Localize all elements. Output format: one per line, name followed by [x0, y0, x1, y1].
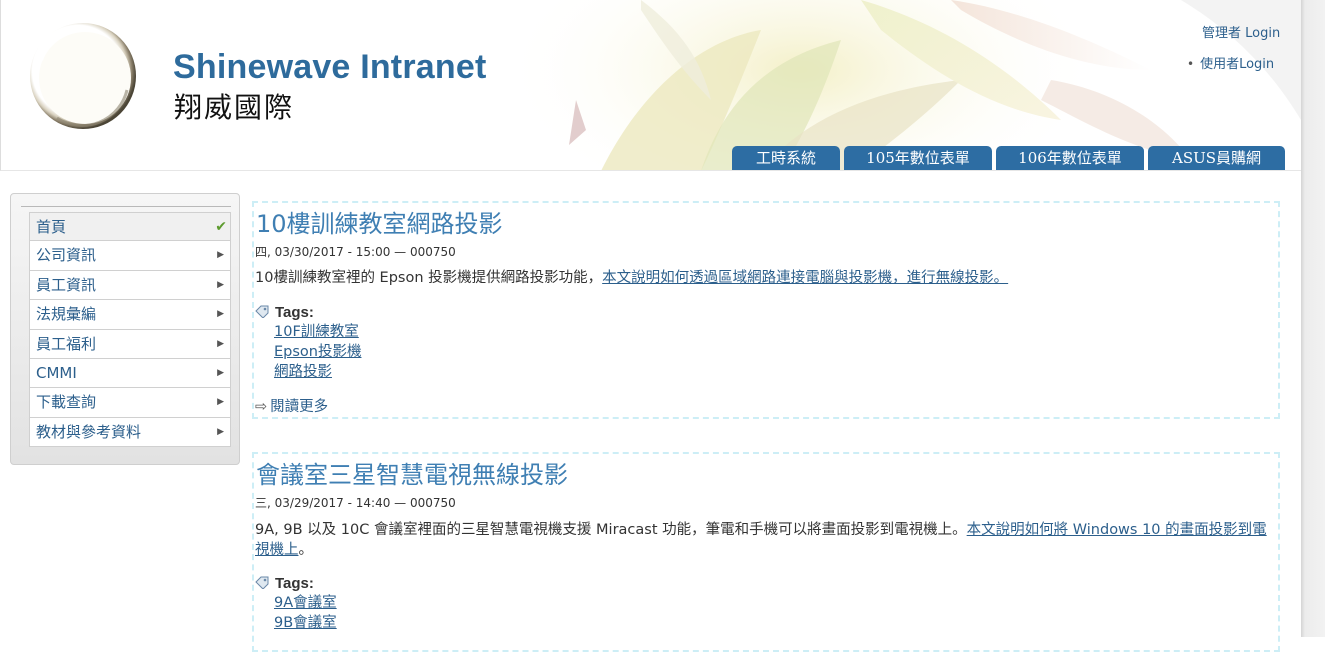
sidebar-item-downloads[interactable]: 下載查詢 ▶	[29, 388, 231, 418]
window-right-gutter	[1301, 0, 1325, 637]
tag-link[interactable]: 9A會議室	[274, 593, 555, 613]
sidebar-item-home[interactable]: 首頁 ✔	[29, 212, 231, 242]
tab-105-forms[interactable]: 105年數位表單	[844, 146, 992, 170]
sidebar-item-label: 員工資訊	[36, 275, 97, 294]
tag-link[interactable]: 10F訓練教室	[274, 322, 555, 342]
sidebar-menu: 首頁 ✔ 公司資訊 ▶ 員工資訊 ▶ 法規彙編 ▶ 員工福利 ▶ CMMI ▶	[29, 212, 231, 448]
site-subtitle: 翔威國際	[174, 91, 295, 124]
triangle-right-icon: ▶	[217, 309, 224, 320]
sidebar-item-label: 法規彙編	[36, 305, 97, 324]
read-more-link[interactable]: ⇨ 閱讀更多	[255, 399, 328, 415]
triangle-right-icon: ▶	[217, 338, 224, 349]
user-login-item: • 使用者Login	[1187, 53, 1274, 72]
article-title[interactable]: 會議室三星智慧電視無線投影	[256, 455, 568, 490]
tag-icon	[255, 576, 269, 589]
sidebar-item-label: 下載查詢	[36, 393, 97, 412]
sidebar-item-cmmi[interactable]: CMMI ▶	[29, 358, 231, 389]
page: Shinewave Intranet 翔威國際 管理者 Login • 使用者Lo…	[0, 0, 1301, 652]
tag-list: 9A會議室 9B會議室	[255, 592, 555, 633]
triangle-right-icon: ▶	[217, 426, 224, 437]
top-tabs: 工時系統 105年數位表單 106年數位表單 ASUS員購網	[732, 146, 1285, 170]
article-title[interactable]: 10樓訓練教室網路投影	[256, 204, 503, 239]
bullet-icon: •	[1187, 57, 1195, 71]
sidebar: 首頁 ✔ 公司資訊 ▶ 員工資訊 ▶ 法規彙編 ▶ 員工福利 ▶ CMMI ▶	[10, 193, 240, 465]
tab-106-forms[interactable]: 106年數位表單	[996, 146, 1144, 170]
sidebar-item-employee-info[interactable]: 員工資訊 ▶	[29, 270, 231, 301]
summary-link[interactable]: 本文說明如何透過區域網路連接電腦與投影機，進行無線投影。	[602, 270, 1008, 286]
site-header: Shinewave Intranet 翔威國際 管理者 Login • 使用者Lo…	[0, 0, 1301, 171]
article-summary: 10樓訓練教室裡的 Epson 投影機提供網路投影功能，本文說明如何透過區域網路…	[255, 268, 1275, 288]
triangle-right-icon: ▶	[217, 367, 224, 378]
article-meta: 四, 03/30/2017 - 15:00 — 000750	[255, 245, 456, 259]
sidebar-item-label: 公司資訊	[36, 246, 97, 265]
sidebar-item-materials[interactable]: 教材與參考資料 ▶	[29, 417, 231, 448]
tag-icon	[255, 305, 269, 318]
summary-text: 9A, 9B 以及 10C 會議室裡面的三星智慧電視機支援 Miracast 功…	[255, 522, 967, 538]
tab-asus-shop[interactable]: ASUS員購網	[1148, 146, 1285, 170]
tags-section: Tags: 9A會議室 9B會議室	[255, 575, 555, 633]
tag-link[interactable]: 9B會議室	[274, 613, 555, 633]
article-teaser: 10樓訓練教室網路投影 四, 03/30/2017 - 15:00 — 0007…	[252, 201, 1280, 419]
tag-list: 10F訓練教室 Epson投影機 網路投影	[255, 321, 555, 382]
sidebar-item-regulations[interactable]: 法規彙編 ▶	[29, 300, 231, 330]
sidebar-divider	[21, 206, 231, 207]
article-summary: 9A, 9B 以及 10C 會議室裡面的三星智慧電視機支援 Miracast 功…	[255, 520, 1279, 560]
tag-link[interactable]: 網路投影	[274, 362, 555, 382]
triangle-right-icon: ▶	[217, 397, 224, 408]
sidebar-item-label: 員工福利	[36, 334, 97, 353]
check-icon: ✔	[215, 219, 227, 235]
arrow-right-icon: ⇨	[255, 399, 268, 415]
tags-heading: Tags:	[275, 575, 314, 592]
sidebar-item-label: 首頁	[36, 218, 67, 236]
sidebar-item-benefits[interactable]: 員工福利 ▶	[29, 329, 231, 359]
tag-link[interactable]: Epson投影機	[274, 342, 555, 362]
summary-text: 10樓訓練教室裡的 Epson 投影機提供網路投影功能，	[255, 270, 603, 286]
triangle-right-icon: ▶	[217, 250, 224, 261]
tags-heading: Tags:	[275, 304, 314, 321]
sidebar-item-company-info[interactable]: 公司資訊 ▶	[29, 241, 231, 271]
user-login-link[interactable]: 使用者Login	[1200, 57, 1274, 72]
triangle-right-icon: ▶	[217, 279, 224, 290]
article-teaser: 會議室三星智慧電視無線投影 三, 03/29/2017 - 14:40 — 00…	[252, 452, 1280, 652]
read-more-label: 閱讀更多	[270, 399, 329, 415]
sidebar-item-label: 教材與參考資料	[36, 422, 142, 441]
tab-work-hours[interactable]: 工時系統	[732, 146, 840, 170]
admin-login-link[interactable]: 管理者 Login	[1202, 22, 1280, 41]
read-more-row: ⇨ 閱讀更多	[255, 395, 328, 416]
summary-tail: 。	[298, 542, 314, 558]
sidebar-item-label: CMMI	[36, 363, 77, 382]
site-title[interactable]: Shinewave Intranet	[173, 48, 486, 87]
article-meta: 三, 03/29/2017 - 14:40 — 000750	[255, 496, 456, 510]
logo-ring-icon	[30, 23, 136, 129]
tags-section: Tags: 10F訓練教室 Epson投影機 網路投影	[255, 304, 555, 382]
